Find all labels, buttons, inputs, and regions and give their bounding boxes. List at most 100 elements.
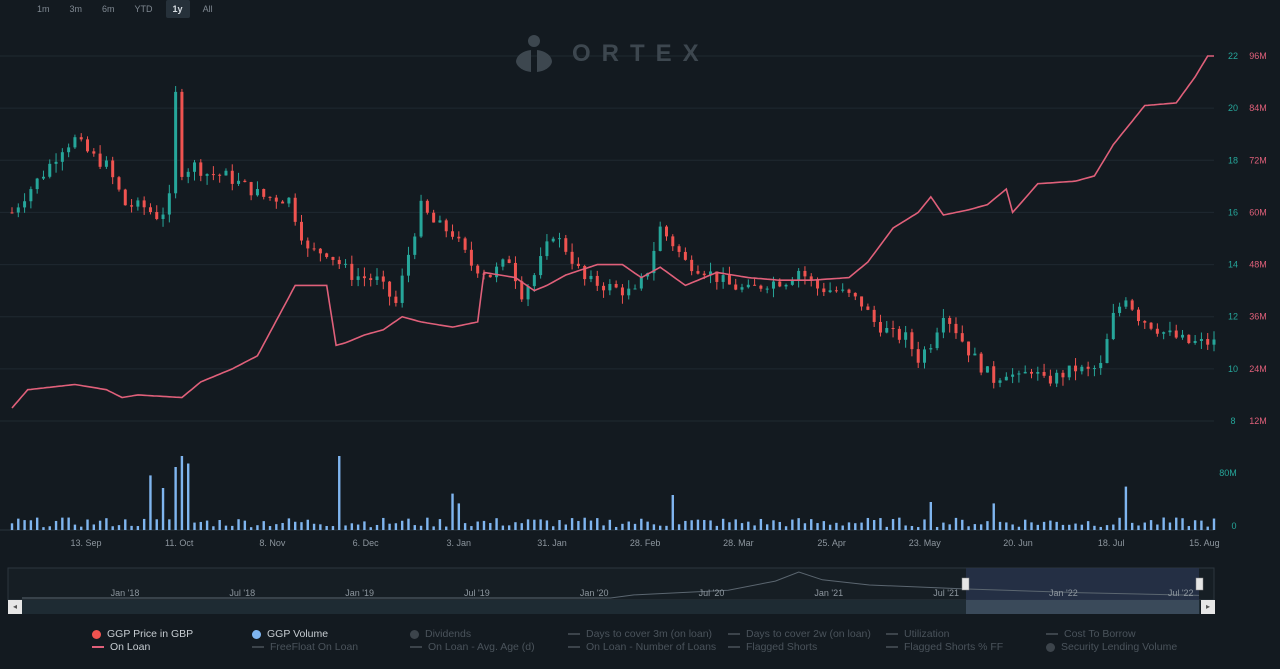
candle-body [350,263,354,280]
volume-bar [558,520,561,530]
volume-bar [375,524,379,530]
volume-bar [350,523,354,530]
volume-bar [961,519,964,530]
legend-item-flagged-shorts-ff[interactable]: Flagged Shorts % FF [886,641,1003,653]
candle-body [1168,330,1172,333]
legend-item-days-to-cover-3m[interactable]: Days to cover 3m (on loan) [568,628,712,640]
candle-body [564,238,568,252]
candle-body [935,332,939,349]
candle-body [954,323,958,334]
candle-body [243,180,247,183]
volume-bar [564,524,568,530]
volume-bar [765,524,769,530]
volume-bar [142,518,146,530]
candle-body [1193,341,1197,344]
x-axis-tick-label: 28. Feb [630,538,661,548]
legend-item-days-to-cover-2w[interactable]: Days to cover 2w (on loan) [728,628,871,640]
volume-bar [986,521,989,530]
legend-label: Cost To Borrow [1064,628,1136,640]
candle-body [658,226,662,251]
legend-label: On Loan - Avg. Age (d) [428,641,535,653]
x-axis-tick-label: 23. May [909,538,942,548]
candle-body [570,251,574,264]
candle-body [1067,365,1071,378]
candle-body [551,238,555,242]
volume-bar [703,519,706,530]
candle-body [16,207,20,213]
candle-body [620,287,624,296]
candle-body [602,285,606,291]
volume-bar [998,521,1002,530]
legend-marker [886,646,898,648]
volume-bar [17,518,20,530]
legend-item-security-lending-volume[interactable]: Security Lending Volume [1046,641,1177,653]
legend-item-dividends[interactable]: Dividends [410,628,471,640]
volume-bar [293,521,297,530]
volume-bar [621,523,624,530]
volume-bar [1055,521,1058,530]
volume-bar [356,524,360,530]
legend-item-freefloat-on-loan[interactable]: FreeFloat On Loan [252,641,358,653]
volume-bar [193,522,196,530]
legend-item-volume[interactable]: GGP Volume [252,628,328,640]
legend-item-cost-to-borrow[interactable]: Cost To Borrow [1046,628,1136,640]
range-1m[interactable]: 1m [30,0,57,18]
volume-bar [262,521,265,530]
legend-item-utilization[interactable]: Utilization [886,628,950,640]
candle-body [828,290,832,293]
volume-bar [35,517,39,530]
price-axis-tick-label: 8 [1230,416,1235,426]
legend-item-price[interactable]: GGP Price in GBP [92,628,193,640]
volume-bar [1061,524,1065,530]
price-axis-tick-label: 22 [1228,51,1238,61]
range-ytd[interactable]: YTD [128,0,160,18]
price-axis-tick-label: 10 [1228,364,1238,374]
volume-bar [1124,486,1128,530]
volume-axis-tick-label: 80M [1219,468,1237,478]
volume-bar [1181,518,1184,530]
candle-body [495,266,499,278]
volume-bar [275,524,278,530]
candle-body [306,240,310,249]
legend-label: Days to cover 2w (on loan) [746,628,871,640]
candle-body [419,200,423,237]
volume-bar [325,525,328,530]
legend-item-flagged-shorts[interactable]: Flagged Shorts [728,641,817,653]
candle-body [941,317,945,333]
volume-bar [816,523,819,530]
legend-item-on-loan-number[interactable]: On Loan - Number of Loans [568,641,716,653]
volume-bar [80,526,83,530]
navigator-scroll-right-button[interactable]: ▸ [1201,600,1215,614]
price-axis-tick-label: 14 [1228,260,1238,270]
candle-body [230,170,234,184]
volume-bar [872,520,876,530]
chart-canvas[interactable]: 8 12M 10 24M 12 36M 14 48M 16 60M 18 72M 20 84M 22 96M 8… [0,0,1280,669]
candle-body [1143,321,1147,323]
x-axis-tick-label: 31. Jan [537,538,567,548]
range-all[interactable]: All [196,0,220,18]
range-6m[interactable]: 6m [95,0,122,18]
legend-marker [728,633,740,635]
legend-item-on-loan[interactable]: On Loan [92,641,150,653]
navigator-scroll-left-button[interactable]: ◂ [8,600,22,614]
candle-body [432,212,436,223]
volume-bar [407,518,410,530]
legend: GGP Price in GBP GGP Volume Dividends Da… [80,626,1250,666]
on-loan-axis-tick-label: 24M [1249,364,1267,374]
candle-body [375,276,379,281]
candle-body [293,197,297,222]
legend-item-on-loan-avg-age[interactable]: On Loan - Avg. Age (d) [410,641,535,653]
candle-body [784,284,788,287]
range-1y[interactable]: 1y [165,0,190,18]
volume-bar [67,517,70,530]
volume-bar [130,525,133,530]
range-3m[interactable]: 3m [63,0,90,18]
candle-body [123,189,127,206]
volume-bar [1206,526,1209,530]
on-loan-axis-tick-label: 72M [1249,155,1267,165]
volume-bar [596,518,599,530]
candle-body [998,380,1002,383]
volume-bar [841,525,844,530]
volume-bar [124,519,127,530]
candle-body [469,249,473,266]
